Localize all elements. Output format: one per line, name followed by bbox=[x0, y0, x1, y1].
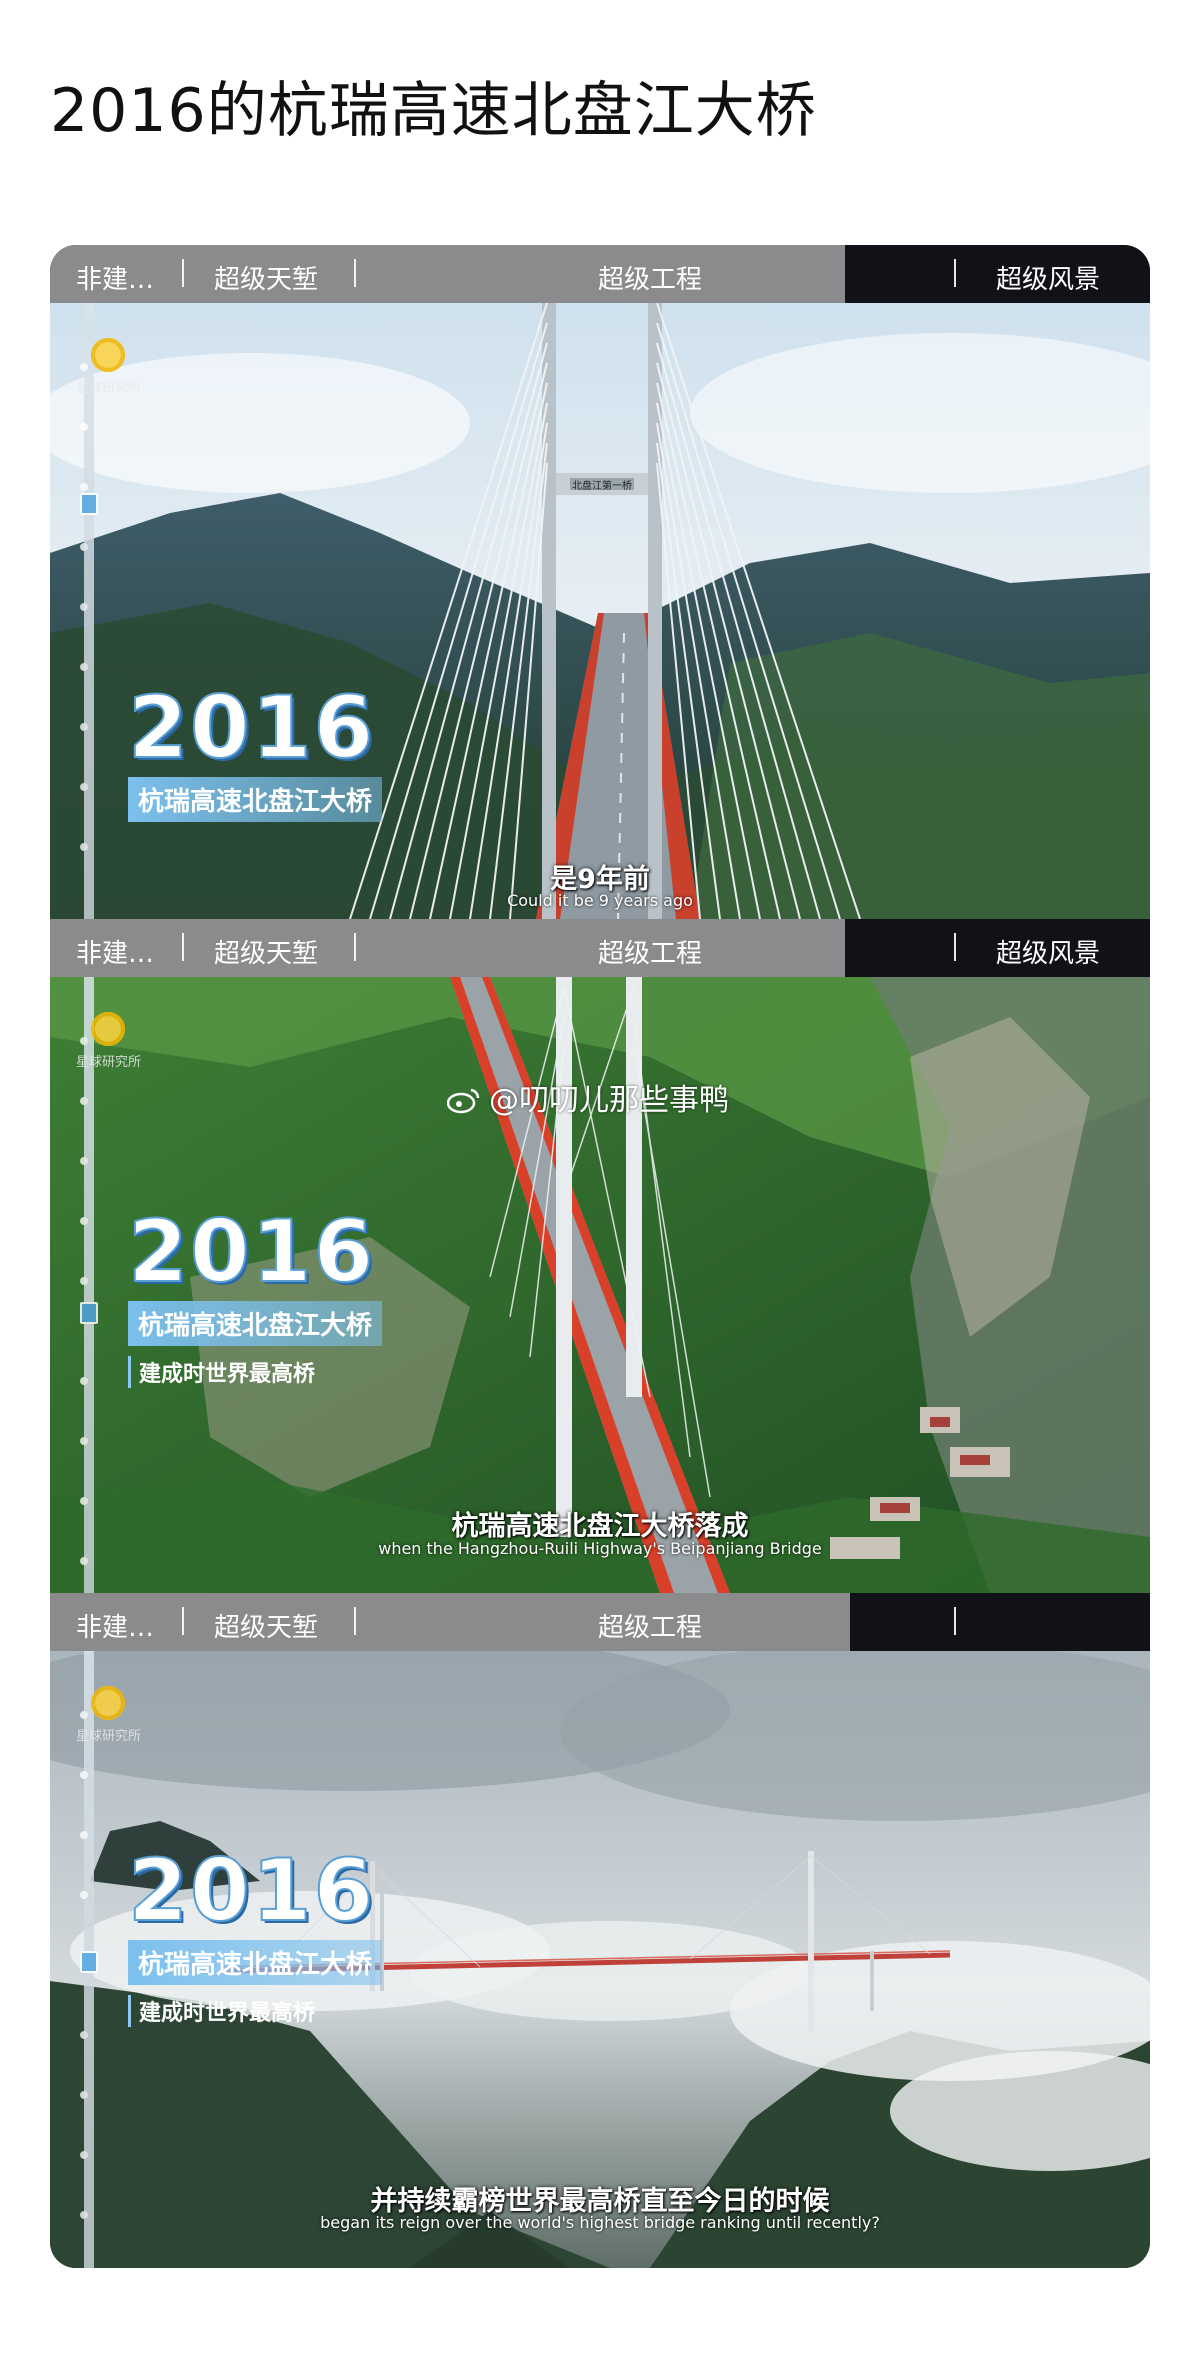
badge-year: 2016 bbox=[127, 678, 376, 778]
tab-divider bbox=[182, 1607, 184, 1635]
badge-bridge-name: 杭瑞高速北盘江大桥 bbox=[128, 1940, 383, 1985]
tab-divider bbox=[954, 259, 956, 287]
tab-divider bbox=[354, 1607, 356, 1635]
category-tabbar: 非建… 超级天堑 超级工程 超级风景 bbox=[50, 245, 1150, 303]
tab-active-bg bbox=[850, 1593, 1150, 1651]
badge-year: 2016 bbox=[127, 1841, 376, 1941]
badge-caption: 建成时世界最高桥 bbox=[128, 1995, 382, 2027]
video-frame-3[interactable]: 非建… 超级天堑 超级工程 星球研究所 2016 杭瑞高速北盘江大桥 建成时世界… bbox=[50, 1593, 1150, 2268]
tab-tianqian[interactable]: 超级天堑 bbox=[214, 933, 318, 970]
tab-divider bbox=[954, 933, 956, 961]
subtitle-en: when the Hangzhou-Ruili Highway's Beipan… bbox=[378, 1539, 822, 1558]
subtitle-en: began its reign over the world's highest… bbox=[320, 2213, 880, 2232]
channel-logo-icon bbox=[88, 1009, 128, 1049]
tab-fengjing[interactable]: 超级风景 bbox=[996, 259, 1100, 296]
channel-logo-icon bbox=[88, 335, 128, 375]
category-tabbar: 非建… 超级天堑 超级工程 bbox=[50, 1593, 1150, 1651]
tab-divider bbox=[182, 259, 184, 287]
tab-feijian[interactable]: 非建… bbox=[76, 1607, 154, 1644]
badge-caption: 建成时世界最高桥 bbox=[128, 1356, 382, 1388]
channel-watermark: 星球研究所 bbox=[76, 1055, 142, 1070]
tab-gongcheng[interactable]: 超级工程 bbox=[598, 933, 702, 970]
subtitle-en: Could it be 9 years ago bbox=[507, 891, 693, 910]
tab-divider bbox=[354, 933, 356, 961]
tab-fengjing[interactable]: 超级风景 bbox=[996, 933, 1100, 970]
post-title: 2016的杭瑞高速北盘江大桥 bbox=[50, 76, 817, 146]
tab-tianqian[interactable]: 超级天堑 bbox=[214, 259, 318, 296]
tab-tianqian[interactable]: 超级天堑 bbox=[214, 1607, 318, 1644]
bridge-sign: 北盘江第一桥 bbox=[572, 479, 632, 492]
tab-feijian[interactable]: 非建… bbox=[76, 259, 154, 296]
weibo-watermark: @叨叨儿那些事鸭 bbox=[447, 1075, 729, 1119]
video-frame-1[interactable]: 非建… 超级天堑 超级工程 超级风景 北盘江第一桥 星球研究所 2016 杭瑞高… bbox=[50, 245, 1150, 919]
video-collage[interactable]: 非建… 超级天堑 超级工程 超级风景 北盘江第一桥 星球研究所 2016 杭瑞高… bbox=[50, 245, 1150, 2268]
timeline-handle[interactable] bbox=[80, 1951, 98, 1973]
weibo-handle: @叨叨儿那些事鸭 bbox=[489, 1083, 729, 1118]
year-badge: 2016 杭瑞高速北盘江大桥 建成时世界最高桥 bbox=[127, 1202, 383, 1388]
channel-logo-icon bbox=[88, 1683, 128, 1723]
bridge-tower-view: 北盘江第一桥 bbox=[50, 303, 1150, 919]
subtitle-cn: 杭瑞高速北盘江大桥落成 bbox=[451, 1511, 749, 1542]
tab-gongcheng[interactable]: 超级工程 bbox=[598, 1607, 702, 1644]
video-frame-2[interactable]: 非建… 超级天堑 超级工程 超级风景 @叨叨儿那些事鸭 星球研究所 2016 杭… bbox=[50, 919, 1150, 1593]
timeline-handle[interactable] bbox=[80, 493, 98, 515]
tab-divider bbox=[954, 1607, 956, 1635]
year-badge: 2016 杭瑞高速北盘江大桥 建成时世界最高桥 bbox=[127, 1841, 383, 2027]
tab-divider bbox=[354, 259, 356, 287]
weibo-icon bbox=[447, 1088, 480, 1114]
badge-year: 2016 bbox=[127, 1202, 376, 1302]
timeline-handle[interactable] bbox=[80, 1302, 98, 1324]
tab-feijian[interactable]: 非建… bbox=[76, 933, 154, 970]
tab-gongcheng[interactable]: 超级工程 bbox=[598, 259, 702, 296]
badge-bridge-name: 杭瑞高速北盘江大桥 bbox=[128, 1301, 383, 1346]
channel-watermark: 星球研究所 bbox=[76, 381, 142, 396]
year-badge: 2016 杭瑞高速北盘江大桥 bbox=[127, 678, 383, 822]
channel-watermark: 星球研究所 bbox=[76, 1729, 142, 1744]
badge-bridge-name: 杭瑞高速北盘江大桥 bbox=[128, 777, 383, 822]
category-tabbar: 非建… 超级天堑 超级工程 超级风景 bbox=[50, 919, 1150, 977]
tab-divider bbox=[182, 933, 184, 961]
